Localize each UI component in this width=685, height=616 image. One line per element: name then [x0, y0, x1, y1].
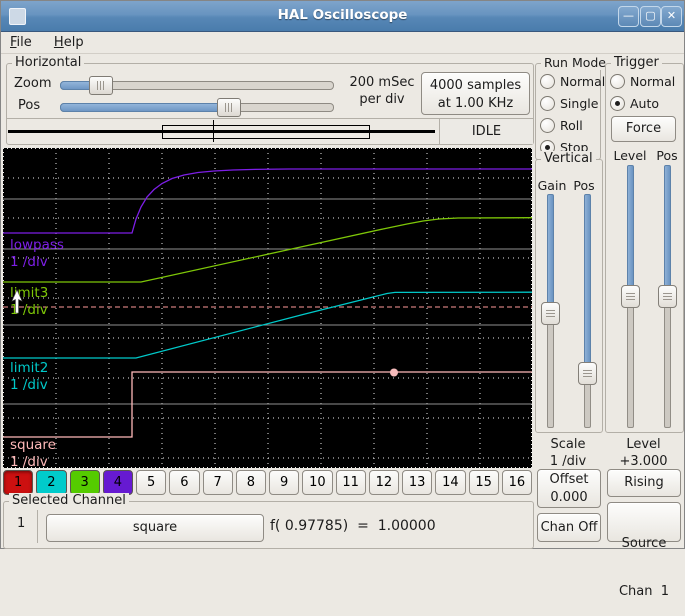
radio-icon[interactable]	[540, 96, 555, 111]
horizontal-frame-label: Horizontal	[12, 55, 85, 70]
radio-icon[interactable]	[540, 74, 555, 89]
channel-button-row: 1 2 3 4 5 6 7 8 9 10 11 12 13 14 15 16	[3, 470, 532, 495]
maximize-button[interactable]: ▢	[640, 6, 661, 27]
record-preview: IDLE	[7, 118, 533, 144]
close-button[interactable]: ✕	[661, 6, 682, 27]
channel-button-16[interactable]: 16	[501, 470, 532, 495]
scope-grid	[3, 148, 532, 468]
trace-limit3	[3, 217, 533, 283]
vertical-pos-handle[interactable]	[578, 362, 597, 385]
offset-button[interactable]: Offset 0.000	[537, 469, 601, 508]
channel-button-11[interactable]: 11	[335, 470, 366, 495]
channel-button-4[interactable]: 4	[102, 470, 133, 495]
trigger-source-button[interactable]: Source Chan 1	[607, 502, 681, 599]
run-mode-roll[interactable]: Roll	[540, 117, 583, 134]
separator	[37, 510, 38, 543]
menu-file[interactable]: File	[1, 32, 41, 53]
trigger-level-readout: Level +3.000	[619, 437, 668, 469]
title-bar: HAL Oscilloscope — ▢ ✕	[1, 1, 684, 32]
vertical-pos-slider-label: Pos	[573, 178, 595, 193]
channel-button-8[interactable]: 8	[235, 470, 266, 495]
channel-button-2[interactable]: 2	[36, 470, 67, 495]
channel-button-13[interactable]: 13	[402, 470, 433, 495]
selected-channel-name-button[interactable]: square	[46, 514, 264, 542]
vertical-frame: Vertical Gain Pos	[535, 151, 603, 433]
horizontal-pos-slider[interactable]	[60, 98, 334, 117]
trigger-pos-slider-label: Pos	[656, 148, 678, 163]
trigger-normal[interactable]: Normal	[610, 73, 675, 90]
trigger-frame-label: Trigger	[611, 55, 662, 70]
menu-bar: File Help	[1, 32, 684, 54]
status-text: IDLE	[471, 124, 502, 139]
trace-scale-lowpass: 1 /div	[10, 254, 48, 270]
channel-button-15[interactable]: 15	[468, 470, 499, 495]
status-panel: IDLE	[439, 119, 533, 144]
channel-button-6[interactable]: 6	[169, 470, 200, 495]
selected-channel-number: 1	[17, 516, 26, 531]
selected-sample-marker	[390, 368, 398, 377]
pos-slider-handle[interactable]	[217, 98, 241, 117]
channel-button-7[interactable]: 7	[202, 470, 233, 495]
minimize-button[interactable]: —	[618, 6, 639, 27]
trace-scale-square: 1 /div	[10, 454, 48, 468]
scope-display[interactable]: lowpass 1 /div limit3 1 /div limit2 1 /d…	[3, 148, 533, 470]
channel-button-5[interactable]: 5	[136, 470, 167, 495]
scale-readout: Scale 1 /div	[549, 437, 587, 469]
trigger-level-handle[interactable]	[621, 285, 640, 308]
vertical-frame-label: Vertical	[541, 151, 596, 166]
hal-oscilloscope-window: { "window": { "title": "HAL Oscilloscope…	[0, 0, 685, 599]
trigger-edge-button[interactable]: Rising	[607, 469, 681, 497]
trigger-position-tick	[213, 120, 214, 142]
selected-channel-frame: Selected Channel 1 square f( 0.97785) = …	[3, 493, 534, 549]
channel-button-9[interactable]: 9	[269, 470, 300, 495]
run-mode-single[interactable]: Single	[540, 95, 598, 112]
gain-slider-label: Gain	[537, 178, 567, 193]
trigger-frame: Trigger Normal Auto Force Level Pos	[605, 55, 684, 433]
force-trigger-button[interactable]: Force	[611, 116, 676, 142]
channel-button-3[interactable]: 3	[69, 470, 100, 495]
radio-icon[interactable]	[610, 74, 625, 89]
horizontal-zoom-slider[interactable]	[60, 76, 334, 95]
window-title: HAL Oscilloscope	[277, 7, 408, 23]
record-length-button[interactable]: 4000 samples at 1.00 KHz	[421, 72, 530, 115]
selected-channel-frame-label: Selected Channel	[9, 493, 129, 508]
trigger-auto[interactable]: Auto	[610, 95, 659, 112]
zoom-slider-handle[interactable]	[89, 76, 113, 95]
trigger-pos-handle[interactable]	[658, 285, 677, 308]
radio-icon[interactable]	[610, 96, 625, 111]
zoom-slider-label: Zoom	[14, 76, 52, 91]
run-mode-normal[interactable]: Normal	[540, 73, 605, 90]
trace-label-lowpass: lowpass	[10, 237, 64, 253]
view-window-box[interactable]	[162, 125, 370, 139]
radio-icon[interactable]	[540, 118, 555, 133]
channel-button-12[interactable]: 12	[368, 470, 399, 495]
horizontal-frame: Horizontal Zoom Pos 200 mSec per div 400…	[6, 55, 534, 145]
channel-button-1[interactable]: 1	[3, 470, 34, 495]
pos-slider-label: Pos	[18, 98, 41, 113]
vertical-gain-handle[interactable]	[541, 302, 560, 325]
time-per-div: 200 mSec per div	[349, 75, 415, 107]
run-mode-frame-label: Run Mode	[541, 55, 609, 70]
trace-label-square: square	[10, 437, 56, 453]
chan-off-button[interactable]: Chan Off	[537, 513, 601, 542]
menu-help[interactable]: Help	[45, 32, 93, 53]
channel-button-14[interactable]: 14	[435, 470, 466, 495]
run-mode-frame: Run Mode Normal Single Roll Stop	[535, 55, 609, 160]
channel-value-readout: f( 0.97785) = 1.00000	[270, 518, 436, 534]
trace-label-limit2: limit2	[10, 360, 48, 376]
channel-button-10[interactable]: 10	[302, 470, 333, 495]
trace-scale-limit2: 1 /div	[10, 377, 48, 393]
